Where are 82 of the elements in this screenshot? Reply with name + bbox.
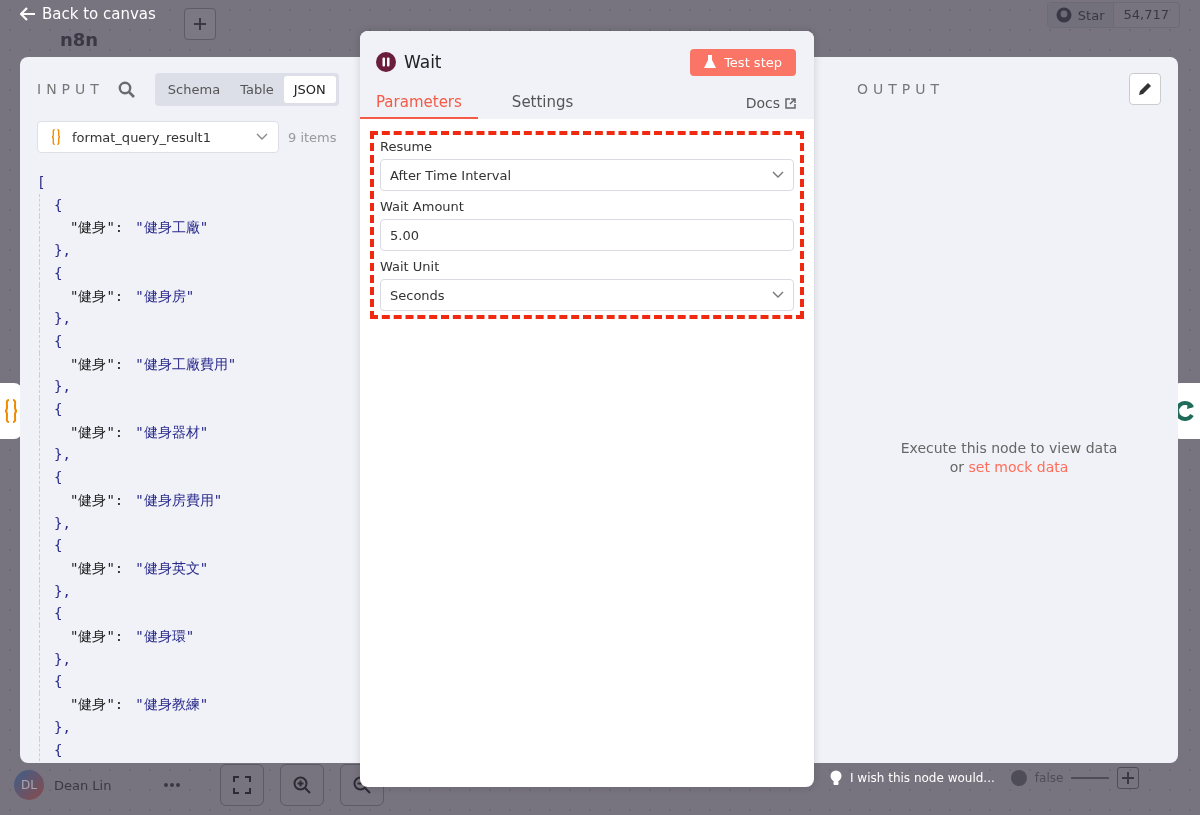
json-bracket: { [54,264,63,281]
connection-handle[interactable] [1010,770,1027,786]
plus-icon [191,16,208,32]
json-key: "健身": [70,219,124,236]
field-label: Resume [380,139,434,154]
json-bracket: { [54,605,63,622]
json-key: "健身": [70,423,124,440]
logo-text: n8n [60,30,99,50]
json-key: "健身": [70,355,124,372]
search-icon[interactable] [117,80,135,98]
json-bracket: }, [54,650,71,667]
json-bracket: }, [54,718,71,735]
field-label: Wait Unit [380,259,441,274]
json-bracket: }, [54,446,71,463]
json-bracket: { [54,469,63,486]
json-bracket: [ [37,174,46,190]
number-input[interactable]: 5.00 [380,219,794,251]
pause-icon [376,52,396,72]
external-link-icon [785,97,796,109]
json-bracket: { [54,401,63,418]
json-value: "健身工廠" [135,219,209,236]
output-title: OUTPUT [857,81,945,97]
dropdown-field[interactable]: After Time Interval [380,159,794,191]
zoom-in-button[interactable] [280,764,324,806]
json-key: "健身": [70,696,124,713]
arrow-left-icon [20,7,36,21]
json-value: "健身教練" [135,696,209,713]
chevron-down-icon [772,171,784,179]
json-value: "健身英文" [135,559,209,576]
add-node-button[interactable] [1117,767,1140,789]
add-button[interactable] [183,8,216,40]
field-label: Wait Amount [380,199,465,214]
or-text: or [949,458,964,475]
zoom-in-icon [293,776,311,794]
json-bracket: { [54,537,63,554]
json-bracket: }, [54,310,71,327]
json-bracket: { [54,673,63,690]
view-tab[interactable]: Table [230,75,284,103]
source-node-select[interactable]: format_query_result1 [37,121,279,153]
input-title: INPUT [37,81,104,97]
plus-icon [1121,771,1136,785]
json-bracket: { [54,332,63,349]
chevron-down-icon [256,133,268,141]
dropdown-field[interactable]: Seconds [380,279,794,311]
docs-link[interactable]: Docs [745,95,796,119]
json-value: "健身環" [135,628,195,645]
lightbulb-icon [830,770,842,786]
json-bracket: }, [54,378,71,395]
chevron-down-icon [772,291,784,299]
pencil-icon [1137,81,1153,97]
json-key: "健身": [70,559,124,576]
view-tab[interactable]: JSON [283,75,336,103]
edit-button[interactable] [1129,73,1161,105]
view-tab[interactable]: Schema [157,75,231,103]
json-bracket: { [54,741,63,758]
json-value: "健身房" [135,287,195,304]
back-to-canvas-link[interactable]: Back to canvas [20,5,156,23]
empty-message: Execute this node to view data [900,439,1118,456]
star-count: 54,717 [1122,6,1170,24]
code-braces-icon [4,399,18,423]
json-key: "健身": [70,628,124,645]
json-key: "健身": [70,491,124,508]
user-avatar: DL [14,770,44,800]
fit-view-button[interactable] [220,764,264,806]
more-icon[interactable] [164,783,180,787]
panel-tab[interactable]: Parameters [360,93,478,119]
input-panel-tab[interactable] [0,383,22,439]
json-value: "健身房費用" [135,491,223,508]
json-value: "健身器材" [135,423,209,440]
fullscreen-icon [233,776,251,794]
item-count: 9 items [288,129,337,145]
user-name: Dean Lin [54,777,113,793]
feedback-hint[interactable]: I wish this node would... [850,771,995,785]
node-title: Wait [404,52,442,72]
json-bracket: { [54,196,63,213]
json-bracket: }, [54,242,71,259]
json-key: "健身": [70,287,124,304]
json-bracket: }, [54,514,71,531]
panel-tab[interactable]: Settings [511,93,574,119]
json-bracket: }, [54,582,71,599]
json-value: "健身工廠費用" [135,355,237,372]
flask-icon [704,55,717,69]
